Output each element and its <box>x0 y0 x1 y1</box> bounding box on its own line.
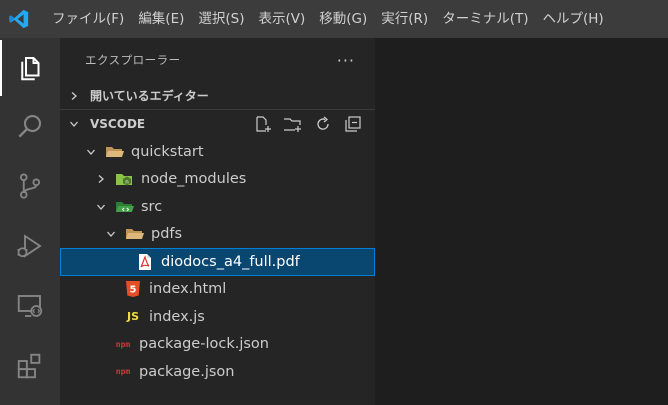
new-file-icon <box>256 116 271 132</box>
tree-item-package-lock[interactable]: npm package-lock.json <box>60 331 375 359</box>
menu-terminal[interactable]: ターミナル(T) <box>435 0 535 38</box>
npm-icon: npm <box>115 367 131 377</box>
extensions-icon <box>17 353 41 379</box>
more-actions-button[interactable]: ··· <box>337 51 355 70</box>
tree-item-src[interactable]: src <box>60 193 375 221</box>
tree-item-label: quickstart <box>131 143 204 160</box>
menu-edit[interactable]: 編集(E) <box>131 0 191 38</box>
chevron-right-icon <box>66 91 82 101</box>
menu-help[interactable]: ヘルプ(H) <box>535 0 610 38</box>
vscode-logo-icon <box>0 0 38 38</box>
chevron-right-icon <box>93 174 109 184</box>
menu-file[interactable]: ファイル(F) <box>38 0 131 38</box>
menu-view[interactable]: 表示(V) <box>252 0 313 38</box>
tree-item-package-json[interactable]: npm package.json <box>60 358 375 386</box>
tree-item-quickstart[interactable]: quickstart <box>60 138 375 166</box>
run-debug-activity-button[interactable] <box>0 218 60 274</box>
explorer-sidebar: エクスプローラー ··· 開いているエディター VSCODE quickstar… <box>60 38 375 405</box>
folder-open-icon <box>125 224 145 244</box>
open-editors-section[interactable]: 開いているエディター <box>60 82 375 110</box>
npm-icon: npm <box>115 339 131 349</box>
tree-item-pdfs[interactable]: pdfs <box>60 221 375 249</box>
svg-text:n: n <box>125 180 129 186</box>
tree-item-label: diodocs_a4_full.pdf <box>161 253 300 270</box>
src-folder-icon <box>115 197 135 217</box>
chevron-down-icon <box>66 119 82 129</box>
remote-explorer-icon <box>17 295 43 317</box>
editor-area[interactable] <box>375 38 668 405</box>
explorer-header: エクスプローラー ··· <box>60 38 375 82</box>
tree-item-label: index.html <box>149 281 227 298</box>
menu-go[interactable]: 移動(G) <box>312 0 374 38</box>
chevron-down-icon <box>93 202 109 212</box>
svg-text:5: 5 <box>130 285 137 296</box>
run-debug-icon <box>17 234 42 258</box>
node-folder-icon: n <box>115 169 135 189</box>
files-icon <box>21 57 40 81</box>
tree-item-pdf-file[interactable]: diodocs_a4_full.pdf <box>60 248 375 276</box>
tree-item-label: package.json <box>139 363 235 380</box>
workspace-label: VSCODE <box>90 117 146 131</box>
refresh-button[interactable] <box>311 113 335 135</box>
collapse-all-icon <box>345 116 361 132</box>
activity-bar <box>0 38 60 405</box>
tree-item-index-js[interactable]: JS index.js <box>60 303 375 331</box>
tree-item-label: pdfs <box>151 226 183 243</box>
workspace-section[interactable]: VSCODE <box>60 110 375 138</box>
menu-selection[interactable]: 選択(S) <box>191 0 251 38</box>
explorer-title: エクスプローラー <box>85 53 181 67</box>
tree-item-index-html[interactable]: 5 index.html <box>60 276 375 304</box>
collapse-all-button[interactable] <box>341 113 365 135</box>
new-folder-button[interactable] <box>281 113 305 135</box>
tree-item-node-modules[interactable]: n node_modules <box>60 166 375 194</box>
new-file-button[interactable] <box>251 113 275 135</box>
title-bar: ファイル(F) 編集(E) 選択(S) 表示(V) 移動(G) 実行(R) ター… <box>0 0 668 38</box>
menu-run[interactable]: 実行(R) <box>374 0 435 38</box>
chevron-down-icon <box>83 147 99 157</box>
chevron-down-icon <box>103 229 119 239</box>
new-folder-icon <box>284 118 301 132</box>
menu-bar: ファイル(F) 編集(E) 選択(S) 表示(V) 移動(G) 実行(R) ター… <box>38 0 611 38</box>
search-icon <box>18 114 42 138</box>
pdf-file-icon <box>135 252 155 272</box>
javascript-icon: JS <box>126 310 139 324</box>
tree-item-label: index.js <box>149 308 205 325</box>
tree-item-label: node_modules <box>141 171 247 188</box>
open-editors-label: 開いているエディター <box>90 89 209 103</box>
workspace-actions <box>251 113 365 135</box>
tree-item-label: src <box>141 198 163 215</box>
search-activity-button[interactable] <box>0 98 60 154</box>
explorer-activity-button[interactable] <box>0 40 60 96</box>
html5-icon: 5 <box>123 279 143 299</box>
remote-explorer-activity-button[interactable] <box>0 278 60 334</box>
tree-item-label: package-lock.json <box>139 336 269 353</box>
file-tree: quickstart n node_modules src pdfs diodo… <box>60 138 375 386</box>
extensions-activity-button[interactable] <box>0 338 60 394</box>
folder-open-icon <box>105 142 125 162</box>
source-control-activity-button[interactable] <box>0 158 60 214</box>
refresh-icon <box>317 116 329 130</box>
source-control-icon <box>19 173 41 199</box>
